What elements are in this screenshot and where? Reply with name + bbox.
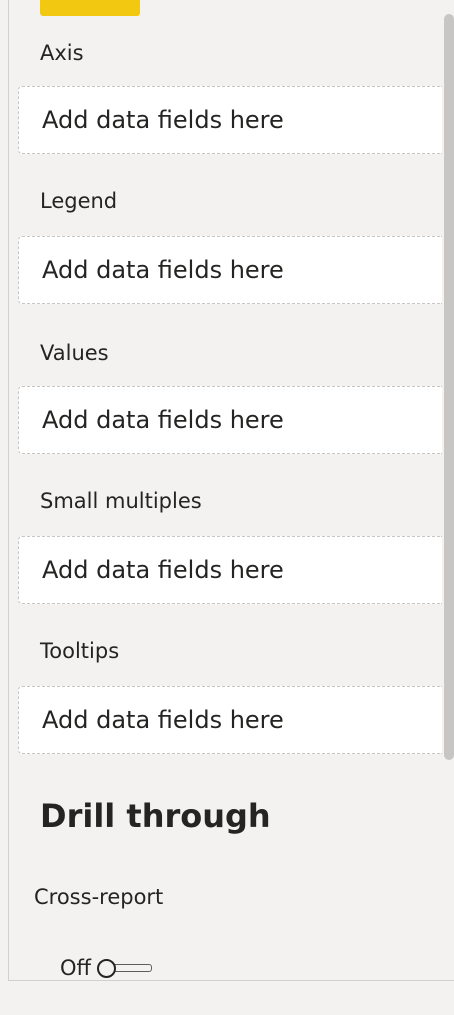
visualization-fields-pane: Axis Add data fields here Legend Add dat… <box>0 0 454 1015</box>
pane-left-divider <box>8 0 9 980</box>
drop-zone-small-multiples[interactable]: Add data fields here <box>18 536 442 604</box>
well-label-values: Values <box>40 341 109 365</box>
drop-zone-placeholder: Add data fields here <box>42 706 284 734</box>
cross-report-toggle-row: Off <box>60 953 153 983</box>
well-label-small-multiples: Small multiples <box>40 489 202 513</box>
well-label-legend: Legend <box>40 189 118 213</box>
drop-zone-placeholder: Add data fields here <box>42 556 284 584</box>
drop-zone-tooltips[interactable]: Add data fields here <box>18 686 442 754</box>
toggle-state-label: Off <box>60 956 91 980</box>
toggle-track <box>111 964 152 972</box>
well-label-tooltips: Tooltips <box>40 639 120 663</box>
cross-report-label: Cross-report <box>34 885 164 909</box>
drop-zone-placeholder: Add data fields here <box>42 406 284 434</box>
drop-zone-axis[interactable]: Add data fields here <box>18 86 442 154</box>
drop-zone-placeholder: Add data fields here <box>42 106 284 134</box>
drill-through-heading: Drill through <box>40 797 271 835</box>
cross-report-toggle[interactable] <box>97 956 153 980</box>
pane-scrollbar[interactable] <box>444 14 454 760</box>
drop-zone-values[interactable]: Add data fields here <box>18 386 442 454</box>
drop-zone-legend[interactable]: Add data fields here <box>18 236 442 304</box>
toggle-knob <box>97 959 116 978</box>
drop-zone-placeholder: Add data fields here <box>42 256 284 284</box>
pane-footer <box>0 981 454 1015</box>
well-label-axis: Axis <box>40 41 84 65</box>
active-tab-indicator <box>40 0 140 16</box>
